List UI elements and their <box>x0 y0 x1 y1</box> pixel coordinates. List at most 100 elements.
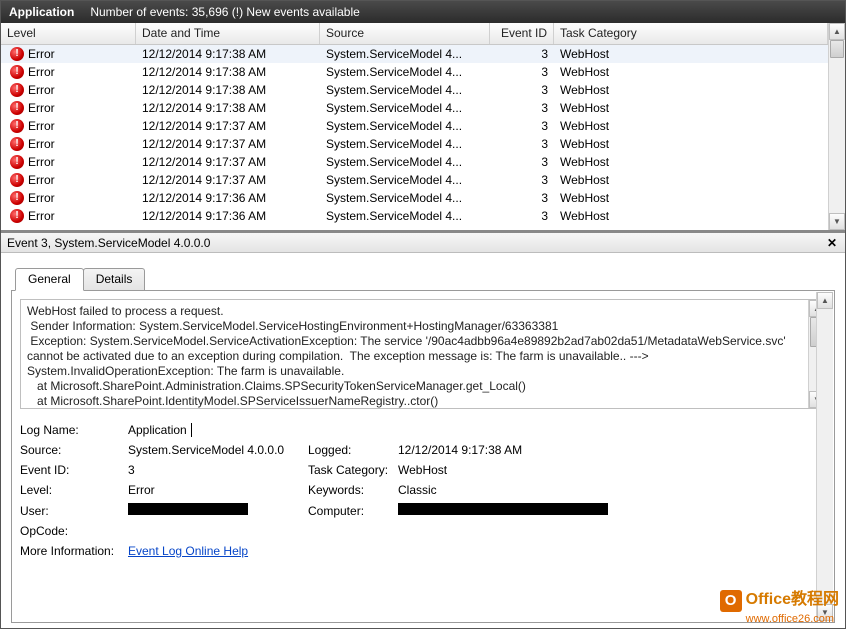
cell-event-id: 3 <box>490 101 554 115</box>
cell-category: WebHost <box>554 173 828 187</box>
error-icon: ! <box>10 137 24 151</box>
scroll-up-icon[interactable]: ▲ <box>829 23 845 40</box>
msg-line: at Microsoft.SharePoint.Administration.C… <box>27 379 805 394</box>
scroll-up-icon[interactable]: ▲ <box>817 292 833 309</box>
table-row[interactable]: !Error12/12/2014 9:17:37 AMSystem.Servic… <box>1 117 828 135</box>
event-log-online-help-link[interactable]: Event Log Online Help <box>128 544 248 558</box>
cell-level: !Error <box>4 155 136 169</box>
val-logged: 12/12/2014 9:17:38 AM <box>398 443 826 457</box>
lbl-keywords: Keywords: <box>308 483 398 497</box>
cell-category: WebHost <box>554 65 828 79</box>
cell-event-id: 3 <box>490 209 554 223</box>
msg-line: WebHost failed to process a request. <box>27 304 805 319</box>
error-icon: ! <box>10 47 24 61</box>
scroll-down-icon[interactable]: ▼ <box>817 604 833 621</box>
cell-level: !Error <box>4 173 136 187</box>
cell-category: WebHost <box>554 191 828 205</box>
error-icon: ! <box>10 191 24 205</box>
table-row[interactable]: !Error12/12/2014 9:17:38 AMSystem.Servic… <box>1 45 828 63</box>
cell-category: WebHost <box>554 47 828 61</box>
table-row[interactable]: !Error12/12/2014 9:17:38 AMSystem.Servic… <box>1 81 828 99</box>
table-row[interactable]: !Error12/12/2014 9:17:38 AMSystem.Servic… <box>1 99 828 117</box>
event-list-pane: Level Date and Time Source Event ID Task… <box>1 23 845 233</box>
table-row[interactable]: !Error12/12/2014 9:17:37 AMSystem.Servic… <box>1 153 828 171</box>
lbl-source: Source: <box>20 443 128 457</box>
cell-category: WebHost <box>554 119 828 133</box>
cell-event-id: 3 <box>490 137 554 151</box>
tab-details[interactable]: Details <box>83 268 146 291</box>
cell-date: 12/12/2014 9:17:37 AM <box>136 137 320 151</box>
cell-level: !Error <box>4 47 136 61</box>
cell-category: WebHost <box>554 155 828 169</box>
cell-level: !Error <box>4 83 136 97</box>
cell-category: WebHost <box>554 83 828 97</box>
cell-source: System.ServiceModel 4... <box>320 101 490 115</box>
cell-level: !Error <box>4 65 136 79</box>
event-viewer-window: Application Number of events: 35,696 (!)… <box>0 0 846 629</box>
col-header-source[interactable]: Source <box>320 23 490 44</box>
detail-header: Event 3, System.ServiceModel 4.0.0.0 ✕ <box>1 233 845 253</box>
cell-event-id: 3 <box>490 173 554 187</box>
cell-source: System.ServiceModel 4... <box>320 173 490 187</box>
cell-source: System.ServiceModel 4... <box>320 137 490 151</box>
cell-level: !Error <box>4 101 136 115</box>
cell-event-id: 3 <box>490 119 554 133</box>
error-icon: ! <box>10 101 24 115</box>
msg-line: System.InvalidOperationException: The fa… <box>27 364 805 379</box>
col-header-category[interactable]: Task Category <box>554 23 828 44</box>
table-row[interactable]: !Error12/12/2014 9:17:38 AMSystem.Servic… <box>1 63 828 81</box>
detail-scrollbar[interactable]: ▲ ▼ <box>816 292 833 621</box>
cell-level: !Error <box>4 191 136 205</box>
cell-date: 12/12/2014 9:17:37 AM <box>136 119 320 133</box>
lbl-task-category: Task Category: <box>308 463 398 477</box>
val-computer <box>398 503 826 518</box>
close-icon[interactable]: ✕ <box>825 236 839 250</box>
cell-level: !Error <box>4 119 136 133</box>
cell-date: 12/12/2014 9:17:38 AM <box>136 83 320 97</box>
event-properties: Log Name: Application Source: System.Ser… <box>20 423 826 558</box>
lbl-log-name: Log Name: <box>20 423 128 437</box>
error-icon: ! <box>10 83 24 97</box>
list-scrollbar[interactable]: ▲ ▼ <box>828 23 845 230</box>
cell-category: WebHost <box>554 137 828 151</box>
table-row[interactable]: !Error12/12/2014 9:17:36 AMSystem.Servic… <box>1 189 828 207</box>
tab-content-general: WebHost failed to process a request. Sen… <box>11 290 835 623</box>
error-icon: ! <box>10 65 24 79</box>
table-row[interactable]: !Error12/12/2014 9:17:37 AMSystem.Servic… <box>1 135 828 153</box>
msg-line: Sender Information: System.ServiceModel.… <box>27 319 805 334</box>
val-keywords: Classic <box>398 483 826 497</box>
table-row[interactable]: !Error12/12/2014 9:17:37 AMSystem.Servic… <box>1 171 828 189</box>
cell-event-id: 3 <box>490 47 554 61</box>
lbl-computer: Computer: <box>308 504 398 518</box>
detail-pane: General Details WebHost failed to proces… <box>1 253 845 628</box>
event-list-body[interactable]: !Error12/12/2014 9:17:38 AMSystem.Servic… <box>1 45 828 231</box>
event-count-status: Number of events: 35,696 (!) New events … <box>90 5 359 19</box>
cell-date: 12/12/2014 9:17:37 AM <box>136 173 320 187</box>
cell-category: WebHost <box>554 101 828 115</box>
cell-date: 12/12/2014 9:17:36 AM <box>136 209 320 223</box>
cell-event-id: 3 <box>490 191 554 205</box>
table-row[interactable]: !Error12/12/2014 9:17:36 AMSystem.Servic… <box>1 207 828 225</box>
lbl-event-id: Event ID: <box>20 463 128 477</box>
cell-date: 12/12/2014 9:17:37 AM <box>136 155 320 169</box>
cell-source: System.ServiceModel 4... <box>320 191 490 205</box>
cell-source: System.ServiceModel 4... <box>320 119 490 133</box>
val-event-id: 3 <box>128 463 308 477</box>
tab-general[interactable]: General <box>15 268 84 291</box>
col-header-date[interactable]: Date and Time <box>136 23 320 44</box>
col-header-eventid[interactable]: Event ID <box>490 23 554 44</box>
val-user <box>128 503 308 518</box>
tabs: General Details <box>15 267 835 290</box>
cell-source: System.ServiceModel 4... <box>320 155 490 169</box>
val-log-name: Application <box>128 423 187 437</box>
col-header-level[interactable]: Level <box>1 23 136 44</box>
lbl-more-info: More Information: <box>20 544 128 558</box>
scroll-down-icon[interactable]: ▼ <box>829 213 845 230</box>
error-icon: ! <box>10 119 24 133</box>
cell-level: !Error <box>4 137 136 151</box>
val-task-category: WebHost <box>398 463 826 477</box>
lbl-logged: Logged: <box>308 443 398 457</box>
val-level: Error <box>128 483 308 497</box>
cell-event-id: 3 <box>490 65 554 79</box>
scroll-thumb[interactable] <box>830 40 844 58</box>
